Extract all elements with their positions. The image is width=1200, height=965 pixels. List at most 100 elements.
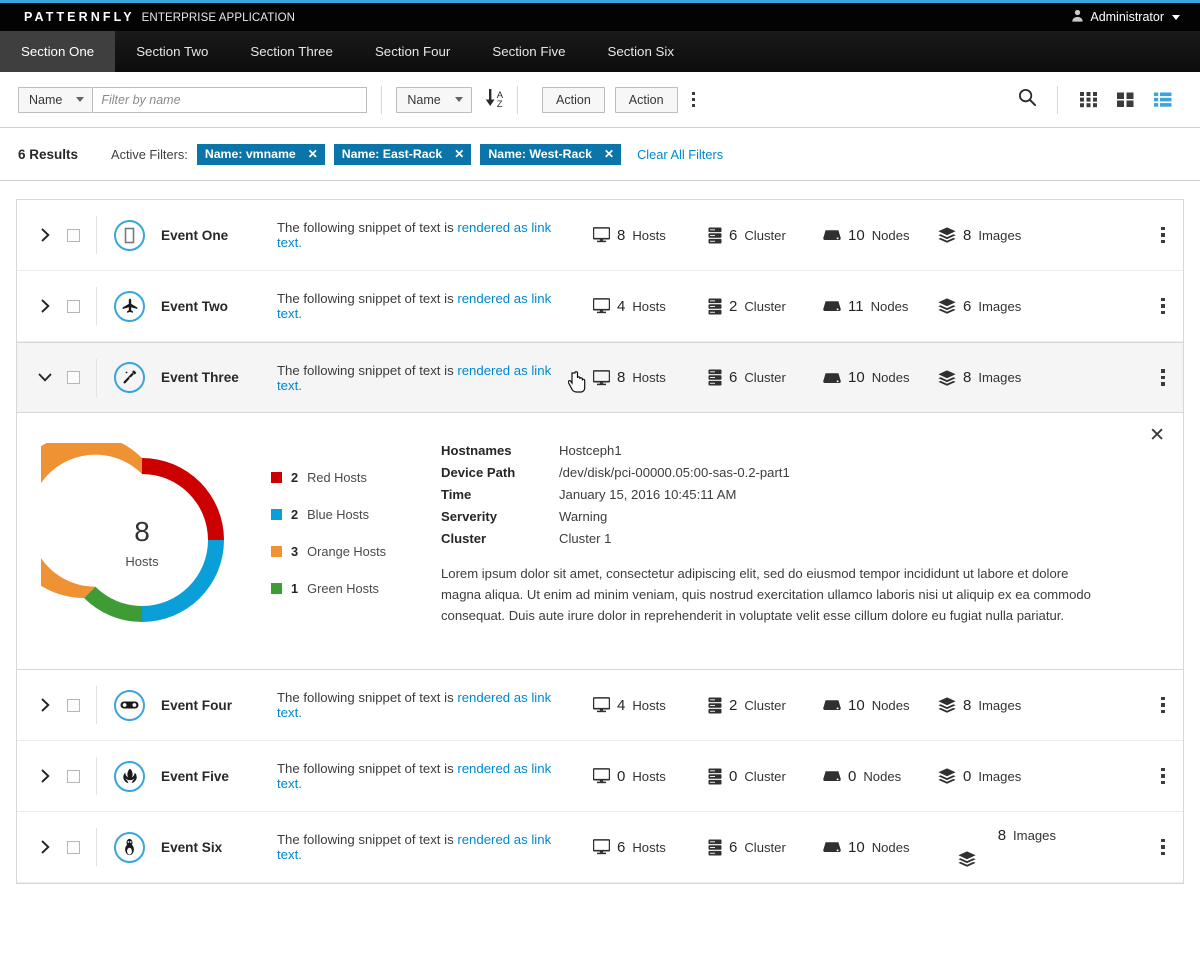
donut-center-value: 8 (134, 516, 150, 547)
filter-chip-vmname[interactable]: Name: vmname ✕ (197, 144, 325, 165)
row-checkbox[interactable] (67, 300, 80, 313)
tab-section-one[interactable]: Section One (0, 31, 115, 72)
row-expand-toggle[interactable] (35, 228, 55, 242)
stat-nodes: 10 Nodes (823, 369, 938, 386)
filter-chip-west-rack[interactable]: Name: West-Rack ✕ (480, 144, 621, 165)
stat-nodes: 10 Nodes (823, 839, 938, 856)
magic-wand-icon (114, 362, 145, 393)
row-kebab-menu[interactable] (1147, 292, 1179, 321)
action-button-2[interactable]: Action (615, 87, 678, 113)
brand-logo[interactable]: PATTERNFLY ENTERPRISE APPLICATION (12, 10, 295, 24)
row-collapse-toggle[interactable] (35, 373, 55, 382)
close-icon[interactable]: ✕ (308, 147, 318, 161)
row-kebab-menu[interactable] (1147, 691, 1179, 720)
filter-chip-label: Name: West-Rack (488, 147, 592, 161)
stat-hosts-value: 6 (617, 839, 625, 856)
view-divider (1057, 86, 1058, 114)
close-icon[interactable]: ✕ (604, 147, 614, 161)
stat-images: 8 Images (938, 697, 1053, 714)
legend-value: 1 (291, 581, 298, 596)
detail-value-time: January 15, 2016 10:45:11 AM (559, 487, 1159, 502)
stat-hosts: 8 Hosts (593, 369, 708, 386)
donut-chart: 8 Hosts (41, 435, 271, 643)
row-checkbox[interactable] (67, 770, 80, 783)
legend-item[interactable]: 2 Blue Hosts (271, 507, 441, 522)
sort-field-select[interactable]: Name (396, 87, 471, 113)
list-view-button[interactable] (1144, 86, 1182, 113)
tab-section-four[interactable]: Section Four (354, 31, 471, 72)
row-divider (96, 359, 97, 397)
detail-value-hostnames: Hostceph1 (559, 443, 1159, 458)
rebel-icon (114, 761, 145, 792)
search-button[interactable] (1009, 84, 1057, 116)
sort-letter-z: Z (497, 100, 503, 109)
stat-hosts-value: 8 (617, 369, 625, 386)
row-kebab-menu[interactable] (1147, 833, 1179, 862)
table-row[interactable]: Event One The following snippet of text … (17, 200, 1183, 271)
card-view-button[interactable] (1107, 86, 1144, 113)
event-description-text: The following snippet of text is (277, 761, 457, 776)
detail-term-cluster: Cluster (441, 531, 559, 546)
close-icon[interactable]: ✕ (454, 147, 464, 161)
legend-item[interactable]: 3 Orange Hosts (271, 544, 441, 559)
row-checkbox[interactable] (67, 699, 80, 712)
stat-images-label: Images (978, 698, 1021, 713)
grid-view-button[interactable] (1070, 86, 1107, 113)
stat-cluster: 2 Cluster (708, 697, 823, 714)
legend-label: Green Hosts (307, 581, 379, 596)
detail-term-severity: Serverity (441, 509, 559, 524)
row-checkbox[interactable] (67, 371, 80, 384)
filter-chip-east-rack[interactable]: Name: East-Rack ✕ (334, 144, 472, 165)
tab-section-six[interactable]: Section Six (587, 31, 696, 72)
row-kebab-menu[interactable] (1147, 221, 1179, 250)
table-row[interactable]: Event Five The following snippet of text… (17, 741, 1183, 812)
detail-definition-list: Hostnames Hostceph1 Device Path /dev/dis… (441, 443, 1159, 546)
table-row[interactable]: Event Two The following snippet of text … (17, 271, 1183, 342)
filter-input[interactable] (93, 87, 367, 113)
row-kebab-menu[interactable] (1147, 762, 1179, 791)
list-container: Event One The following snippet of text … (0, 181, 1200, 884)
filter-chip-label: Name: vmname (205, 147, 296, 161)
stat-cluster-label: Cluster (744, 228, 785, 243)
donut-slice-orange (41, 443, 142, 598)
stat-images-value: 0 (963, 768, 971, 785)
stat-images-label: Images (978, 299, 1021, 314)
row-checkbox[interactable] (67, 841, 80, 854)
tab-section-three[interactable]: Section Three (229, 31, 354, 72)
tab-section-five[interactable]: Section Five (471, 31, 586, 72)
box-glyph-icon (114, 220, 145, 251)
search-icon (1018, 88, 1037, 112)
event-description: The following snippet of text is rendere… (277, 363, 577, 393)
row-expand-toggle[interactable] (35, 698, 55, 712)
detail-term-hostnames: Hostnames (441, 443, 559, 458)
active-filters-label: Active Filters: (111, 147, 188, 162)
layers-icon (938, 697, 956, 713)
sort-arrow-down-icon (485, 87, 496, 112)
close-icon[interactable]: ✕ (1149, 426, 1165, 445)
row-expand-toggle[interactable] (35, 769, 55, 783)
stat-cluster-value: 6 (729, 369, 737, 386)
tab-section-two[interactable]: Section Two (115, 31, 229, 72)
sort-direction-button[interactable]: A Z (485, 87, 503, 112)
grid-view-icon (1079, 90, 1098, 109)
event-description-text: The following snippet of text is (277, 363, 457, 378)
donut-center-label: Hosts (125, 554, 159, 569)
kebab-dot (1161, 369, 1165, 373)
row-expand-toggle[interactable] (35, 840, 55, 854)
legend-item[interactable]: 1 Green Hosts (271, 581, 441, 596)
row-expand-toggle[interactable] (35, 299, 55, 313)
user-name: Administrator (1090, 10, 1164, 24)
table-row[interactable]: Event Three The following snippet of tex… (17, 342, 1183, 413)
row-kebab-menu[interactable] (1147, 363, 1179, 392)
toolbar-kebab-menu[interactable] (686, 88, 702, 112)
table-row[interactable]: Event Four The following snippet of text… (17, 670, 1183, 741)
row-checkbox[interactable] (67, 229, 80, 242)
table-row[interactable]: Event Six The following snippet of text … (17, 812, 1183, 883)
action-button-1[interactable]: Action (542, 87, 605, 113)
filter-field-select[interactable]: Name (18, 87, 93, 113)
expanded-detail-panel: ✕ 8 Hosts (17, 413, 1183, 670)
clear-all-filters-link[interactable]: Clear All Filters (637, 147, 723, 162)
kebab-dot (692, 92, 696, 96)
legend-item[interactable]: 2 Red Hosts (271, 470, 441, 485)
user-menu[interactable]: Administrator (1071, 9, 1188, 25)
